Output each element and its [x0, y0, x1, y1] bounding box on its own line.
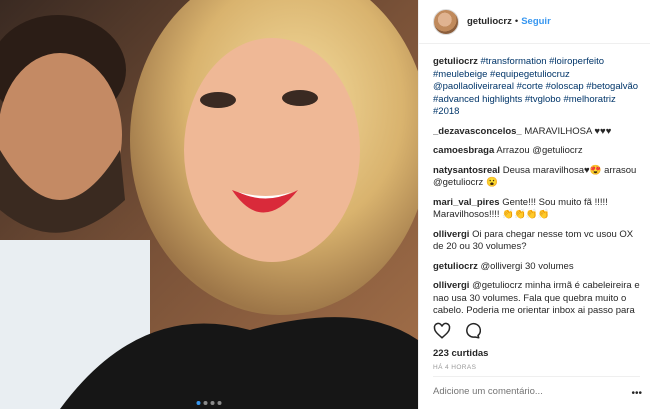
carousel-indicators[interactable]: [196, 401, 222, 405]
comment-text: @ollivergi 30 volumes: [480, 260, 574, 272]
post-sidebar: getuliocrz • Seguir getuliocrz #transfor…: [418, 0, 650, 409]
add-comment-input[interactable]: [433, 386, 626, 397]
comment-username[interactable]: mari_val_pires: [433, 197, 500, 208]
follow-button[interactable]: Seguir: [521, 16, 551, 27]
comment-item: ollivergi Oi para chegar nesse tom vc us…: [433, 229, 640, 254]
comment-bubble-icon[interactable]: [463, 322, 482, 343]
carousel-dot[interactable]: [203, 401, 208, 405]
post-header: getuliocrz • Seguir: [419, 0, 650, 44]
likes-count[interactable]: 223 curtidas: [433, 348, 488, 359]
carousel-dot[interactable]: [210, 401, 215, 405]
comment-username[interactable]: getuliocrz: [433, 261, 478, 272]
post-photo[interactable]: [0, 0, 418, 409]
post-container: getuliocrz • Seguir getuliocrz #transfor…: [0, 0, 650, 409]
comment-item: camoesbraga Arrazou @getuliocrz: [433, 145, 640, 158]
comment-username[interactable]: ollivergi: [433, 229, 469, 240]
comment-text: Arrazou @getuliocrz: [496, 145, 583, 156]
comment-item: getuliocrz @ollivergi 30 volumes: [433, 261, 640, 274]
post-actions: [433, 322, 482, 343]
post-timestamp[interactable]: HÁ 4 HORAS: [433, 364, 476, 371]
separator-dot: •: [514, 16, 519, 27]
caption: getuliocrz #transformation #loiroperfeit…: [433, 56, 640, 119]
comment-username[interactable]: natysantosreal: [433, 165, 500, 176]
heart-icon[interactable]: [433, 322, 451, 343]
more-options-icon[interactable]: •••: [631, 388, 642, 399]
carousel-dot[interactable]: [217, 401, 222, 405]
divider: [433, 376, 640, 377]
comment-item: ollivergi @getuliocrz minha irmã é cabel…: [433, 280, 640, 316]
comments-list: getuliocrz #transformation #loiroperfeit…: [433, 56, 640, 316]
comment-text: MARAVILHOSA ♥♥♥: [524, 125, 612, 137]
caption-username[interactable]: getuliocrz: [433, 56, 478, 67]
carousel-dot[interactable]: [196, 401, 201, 405]
comment-item: _dezavasconcelos_ MARAVILHOSA ♥♥♥: [433, 126, 640, 139]
comment-username[interactable]: _dezavasconcelos_: [433, 126, 522, 137]
avatar[interactable]: [433, 8, 459, 35]
comment-item: natysantosreal Deusa maravilhosa♥😍 arras…: [433, 165, 640, 190]
comment-username[interactable]: camoesbraga: [433, 145, 494, 156]
comment-item: mari_val_pires Gente!!! Sou muito fã !!!…: [433, 197, 640, 222]
header-username[interactable]: getuliocrz: [467, 16, 512, 27]
comment-username[interactable]: ollivergi: [433, 280, 469, 291]
